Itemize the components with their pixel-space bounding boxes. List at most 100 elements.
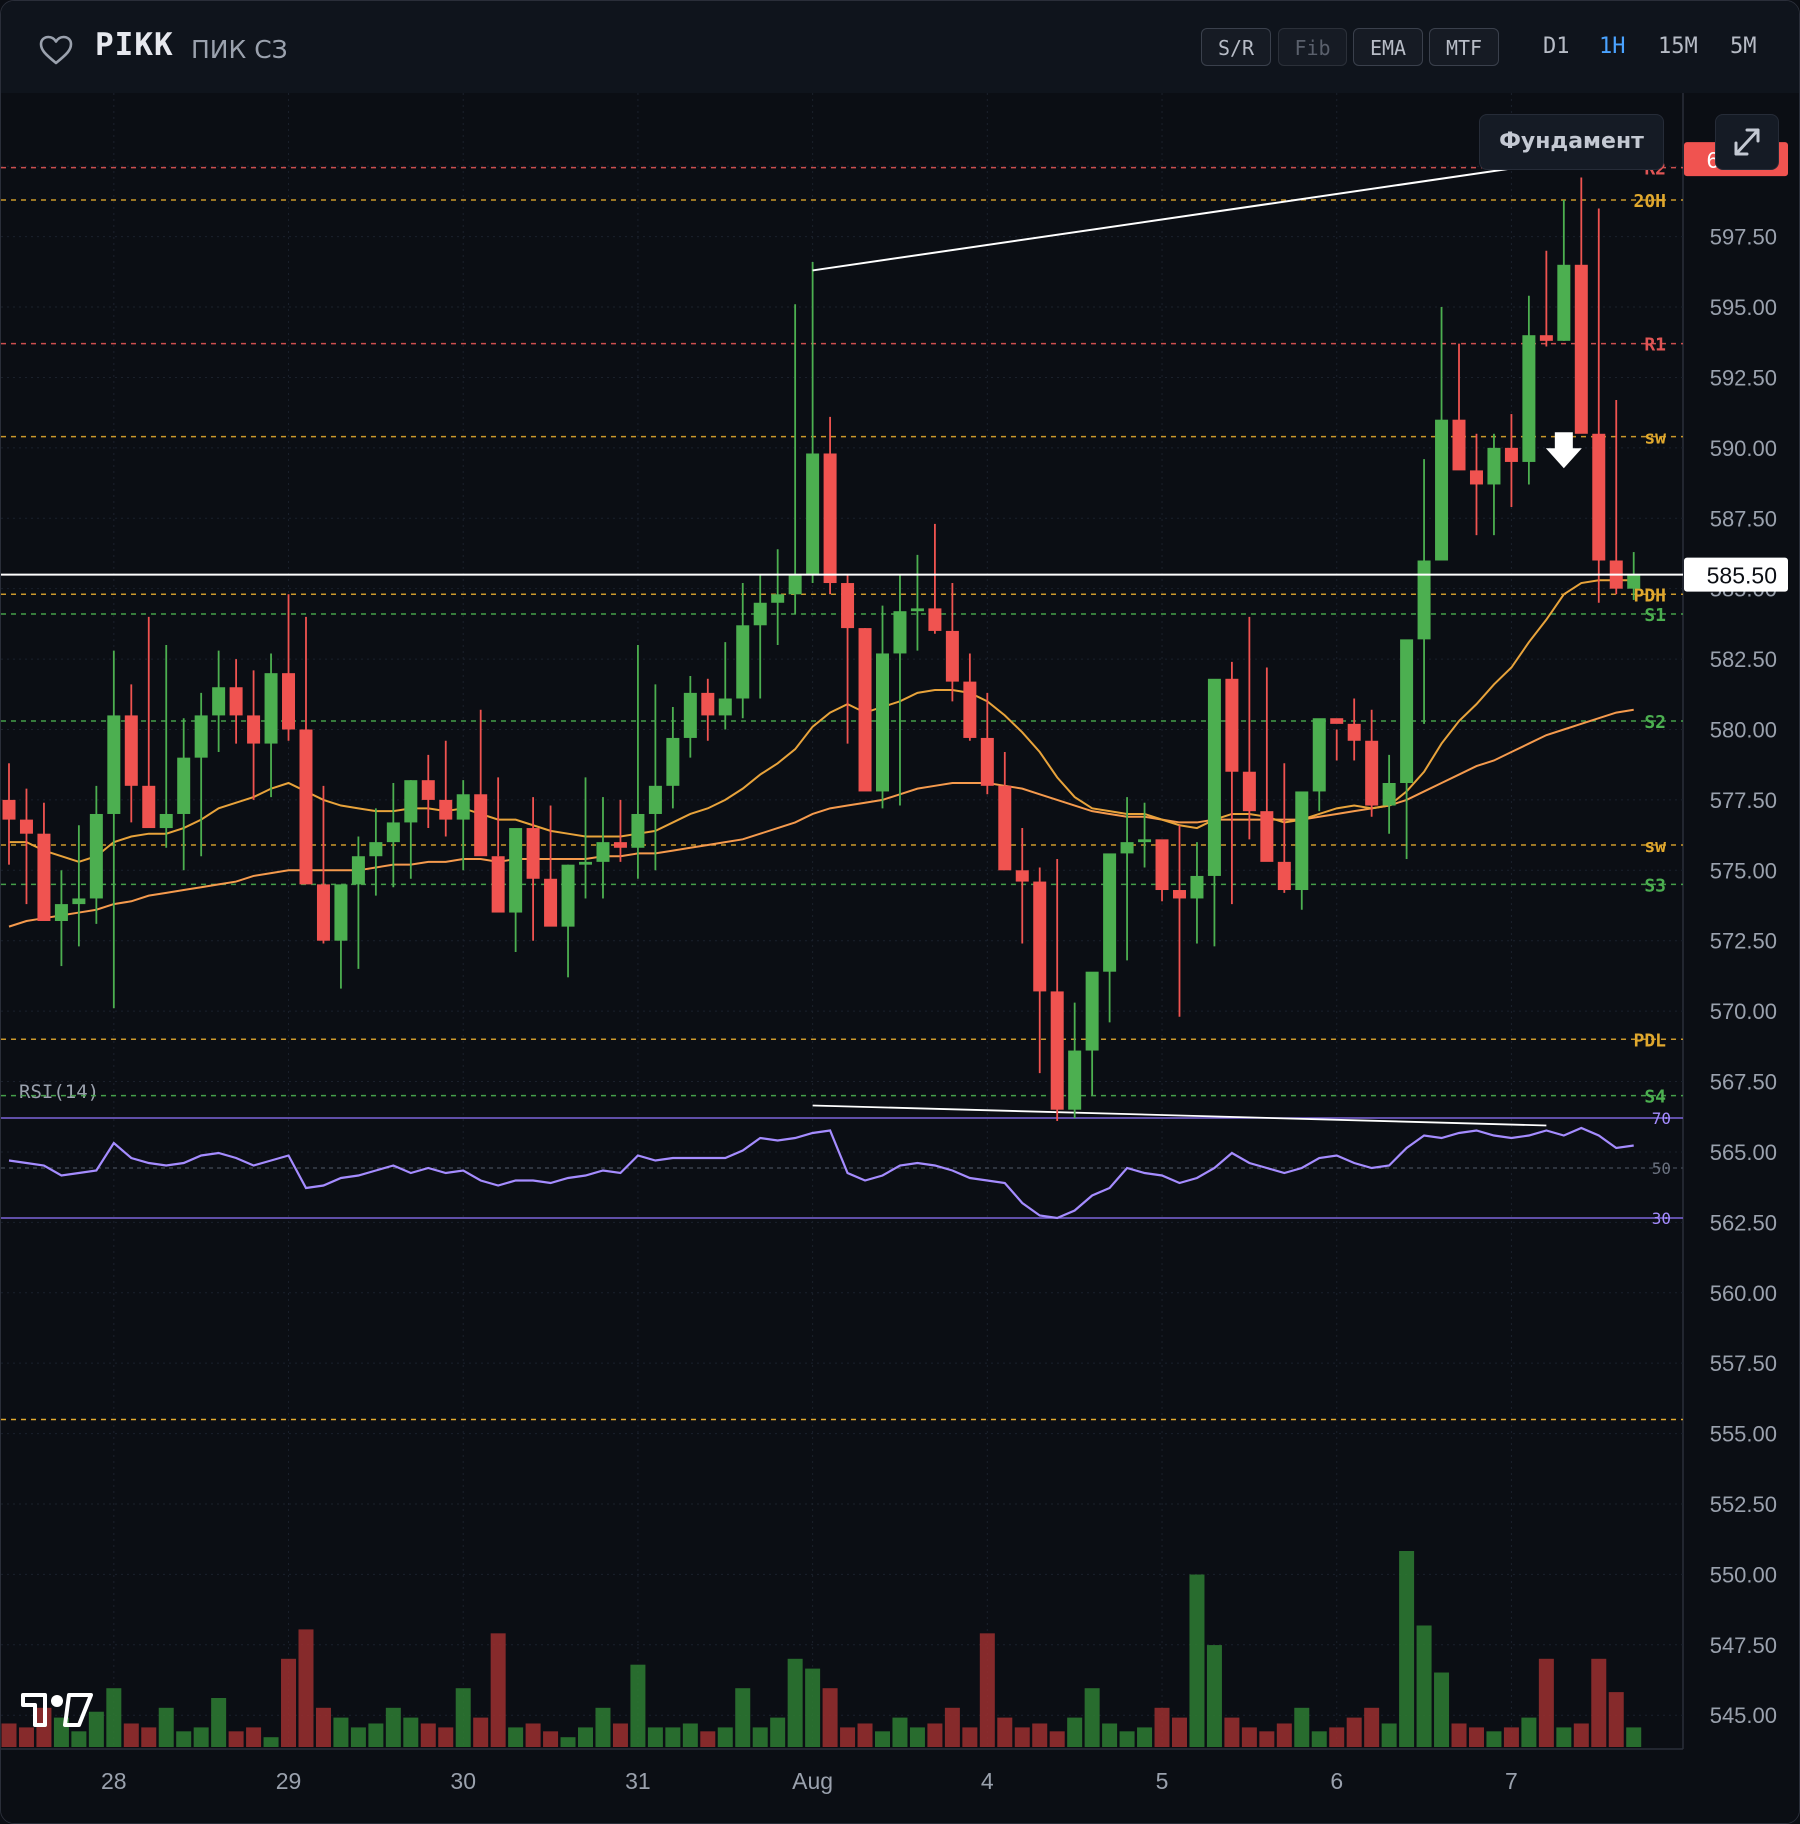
candle-body [771, 594, 785, 603]
volume-bar [1259, 1731, 1275, 1747]
candle-body [841, 583, 855, 629]
candle-body [1557, 264, 1571, 341]
candle-body [893, 611, 907, 654]
mtf-toggle-button[interactable]: MTF [1429, 28, 1499, 66]
time-tick-label: 6 [1330, 1768, 1343, 1794]
timeframe-1h[interactable]: 1H [1599, 34, 1626, 59]
volume-bar [875, 1731, 890, 1747]
volume-bar [263, 1737, 279, 1747]
timeframe-15m[interactable]: 15M [1658, 34, 1698, 59]
price-tick-label: 550.00 [1710, 1562, 1777, 1587]
volume-bar [578, 1727, 594, 1747]
price-chart[interactable]: 565.00 567.50 570.00 572.50 575.00 577.50 580.… [1, 93, 1799, 1823]
price-tick-label: 545.00 [1710, 1703, 1777, 1728]
candle-body [264, 673, 278, 744]
volume-bar [735, 1688, 751, 1747]
price-tick-label: 560.00 [1710, 1281, 1777, 1306]
timeframe-5m[interactable]: 5M [1730, 34, 1757, 59]
volume-bar [857, 1723, 873, 1747]
volume-bar [1206, 1645, 1222, 1747]
candle-body [1033, 881, 1047, 992]
candle-body [876, 653, 889, 792]
candle-body [474, 794, 488, 857]
candle-body [299, 729, 313, 885]
ema-toggle-button[interactable]: EMA [1353, 28, 1423, 66]
volume-bar [1486, 1731, 1502, 1747]
volume-bar [106, 1688, 122, 1747]
price-tick-label: 582.50 [1710, 647, 1777, 672]
volume-bar [909, 1727, 925, 1747]
volume-bar [1032, 1723, 1048, 1747]
time-tick-label: 5 [1156, 1768, 1169, 1794]
candle-body [998, 785, 1012, 871]
volume-bar [1171, 1717, 1187, 1747]
volume-bar [1329, 1727, 1345, 1747]
chart-widget: PIKK ПИК СЗ S/R Fib EMA MTF D1 1H 15M 5M… [0, 0, 1800, 1824]
candle-body [1487, 447, 1501, 485]
candle-body [928, 608, 942, 631]
candle-body [963, 681, 977, 738]
volume-bar [840, 1727, 856, 1747]
volume-bar [281, 1658, 297, 1747]
candle-body [858, 628, 872, 792]
candle-body [613, 842, 627, 848]
volume-bar [246, 1727, 262, 1747]
candle-body [753, 602, 767, 626]
volume-bar [979, 1633, 995, 1747]
candle-body [788, 574, 802, 595]
volume-bar [1381, 1723, 1397, 1747]
candle-body [1207, 678, 1221, 876]
volume-bar [368, 1723, 384, 1747]
expand-icon [1734, 128, 1760, 156]
volume-bar [158, 1707, 174, 1747]
level-label-s1: S1 [1644, 605, 1666, 626]
rsi-label: RSI(14) [19, 1081, 99, 1103]
candle-body [561, 864, 575, 927]
time-tick-label: 31 [625, 1768, 651, 1794]
volume-bar [1626, 1727, 1642, 1747]
heart-icon[interactable] [39, 35, 73, 65]
volume-bar [490, 1633, 506, 1747]
last-price-label: 585.50 [1707, 563, 1777, 589]
timeframe-d1[interactable]: D1 [1543, 34, 1570, 59]
fundament-button[interactable]: Фундамент [1479, 114, 1664, 170]
price-tick-label: 587.50 [1710, 506, 1777, 531]
volume-bar [1416, 1625, 1432, 1747]
volume-bar [1311, 1731, 1327, 1747]
candle-body [351, 856, 365, 885]
fib-toggle-button[interactable]: Fib [1278, 28, 1347, 66]
candle-body [334, 884, 348, 941]
candle-body [37, 833, 51, 921]
price-tick-label: 562.50 [1710, 1210, 1777, 1235]
volume-bar [682, 1723, 698, 1747]
volume-bar [1294, 1707, 1310, 1747]
volume-bar [612, 1723, 628, 1747]
volume-bar [1573, 1723, 1589, 1747]
candle-body [1085, 971, 1099, 1051]
price-tick-label: 590.00 [1710, 436, 1777, 461]
volume-bar [1538, 1658, 1554, 1747]
candle-body [945, 630, 959, 682]
price-tick-label: 572.50 [1710, 929, 1777, 954]
price-tick-label: 552.50 [1710, 1492, 1777, 1517]
sr-toggle-button[interactable]: S/R [1201, 28, 1271, 66]
candle-body [544, 878, 558, 927]
volume-bar [1434, 1672, 1450, 1747]
candle-body [282, 673, 296, 730]
candle-body [159, 813, 173, 829]
price-tick-label: 595.00 [1710, 295, 1777, 320]
volume-bar [1556, 1727, 1572, 1747]
candle-body [1469, 470, 1483, 485]
expand-button[interactable] [1715, 114, 1779, 170]
volume-bar [438, 1727, 454, 1747]
level-label-s2: S2 [1644, 712, 1666, 733]
candle-body [456, 794, 470, 820]
candle-body [1225, 678, 1239, 772]
candle-body [509, 828, 523, 913]
candle-body [1504, 447, 1518, 462]
volume-bar [630, 1664, 646, 1747]
candle-body [89, 813, 103, 899]
volume-bar [141, 1727, 157, 1747]
price-tick-label: 577.50 [1710, 788, 1777, 813]
candle-body [1050, 991, 1064, 1110]
